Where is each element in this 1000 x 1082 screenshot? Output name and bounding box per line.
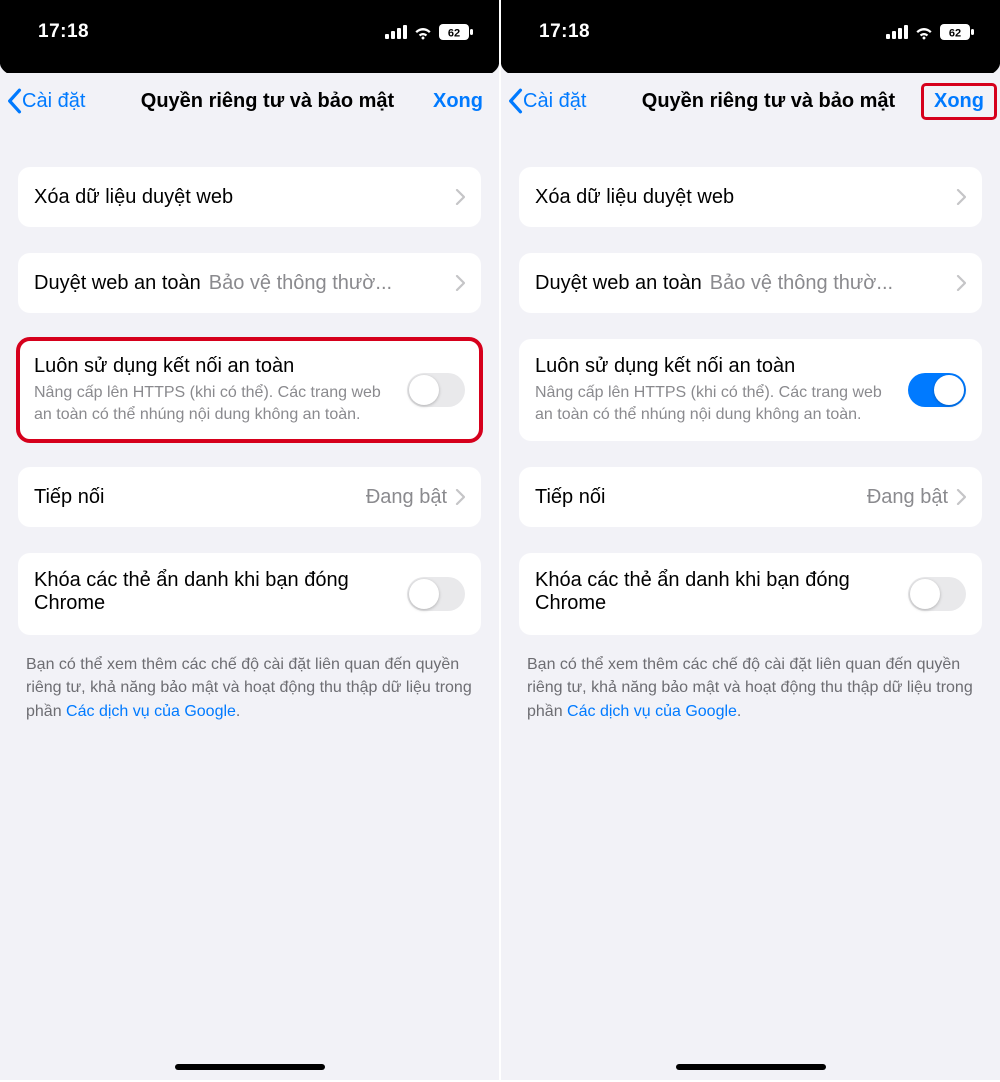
group-clear-data: Xóa dữ liệu duyệt web: [18, 167, 481, 227]
row-always-https: Luôn sử dụng kết nối an toàn Nâng cấp lê…: [18, 339, 481, 441]
row-label: Duyệt web an toàn: [34, 272, 201, 295]
footer-note: Bạn có thể xem thêm các chế độ cài đặt l…: [18, 635, 481, 723]
settings-content: Xóa dữ liệu duyệt web Duyệt web an toàn …: [0, 129, 499, 723]
chevron-left-icon: [4, 88, 24, 114]
home-indicator[interactable]: [676, 1064, 826, 1070]
row-label: Duyệt web an toàn: [535, 272, 702, 295]
done-button[interactable]: Xong: [924, 86, 994, 117]
phone-left: 17:18 62 Cài đặt Quyền riêng tư và bảo m…: [0, 0, 499, 1080]
chevron-right-icon: [455, 275, 465, 291]
chevron-right-icon: [455, 489, 465, 505]
footer-note: Bạn có thể xem thêm các chế độ cài đặt l…: [519, 635, 982, 723]
row-lock-incognito: Khóa các thẻ ẩn danh khi bạn đóng Chrome: [519, 553, 982, 635]
row-description: Nâng cấp lên HTTPS (khi có thể). Các tra…: [535, 382, 898, 425]
footer-link[interactable]: Các dịch vụ của Google: [66, 703, 236, 720]
group-lock-incognito: Khóa các thẻ ẩn danh khi bạn đóng Chrome: [18, 553, 481, 635]
group-always-https: Luôn sử dụng kết nối an toàn Nâng cấp lê…: [18, 339, 481, 441]
status-time: 17:18: [539, 21, 590, 43]
back-button[interactable]: Cài đặt: [505, 88, 586, 114]
row-label: Khóa các thẻ ẩn danh khi bạn đóng Chrome: [535, 569, 898, 615]
chevron-right-icon: [956, 189, 966, 205]
row-description: Nâng cấp lên HTTPS (khi có thể). Các tra…: [34, 382, 397, 425]
group-continue: Tiếp nối Đang bật: [18, 467, 481, 527]
chevron-right-icon: [956, 275, 966, 291]
row-label: Luôn sử dụng kết nối an toàn: [34, 355, 397, 378]
row-lock-incognito: Khóa các thẻ ẩn danh khi bạn đóng Chrome: [18, 553, 481, 635]
row-continue[interactable]: Tiếp nối Đang bật: [519, 467, 982, 527]
toggle-always-https[interactable]: [908, 373, 966, 407]
row-continue[interactable]: Tiếp nối Đang bật: [18, 467, 481, 527]
row-value: Bảo vệ thông thườ...: [710, 272, 893, 295]
back-button[interactable]: Cài đặt: [4, 88, 85, 114]
phone-right: 17:18 62 Cài đặt Quyền riêng tư và bảo m…: [501, 0, 1000, 1080]
chevron-left-icon: [505, 88, 525, 114]
group-lock-incognito: Khóa các thẻ ẩn danh khi bạn đóng Chrome: [519, 553, 982, 635]
svg-text:62: 62: [949, 28, 961, 40]
home-indicator[interactable]: [175, 1064, 325, 1070]
row-clear-browsing-data[interactable]: Xóa dữ liệu duyệt web: [519, 167, 982, 227]
row-label: Tiếp nối: [34, 486, 104, 509]
wifi-icon: [412, 24, 434, 40]
toggle-lock-incognito[interactable]: [407, 577, 465, 611]
back-label: Cài đặt: [523, 90, 586, 113]
back-label: Cài đặt: [22, 90, 85, 113]
status-bar: 17:18 62: [0, 0, 499, 64]
svg-text:62: 62: [448, 28, 460, 40]
nav-bar: Cài đặt Quyền riêng tư và bảo mật Xong: [501, 73, 1000, 129]
chevron-right-icon: [956, 489, 966, 505]
row-value: Đang bật: [366, 486, 447, 509]
row-clear-browsing-data[interactable]: Xóa dữ liệu duyệt web: [18, 167, 481, 227]
done-button[interactable]: Xong: [423, 86, 493, 117]
row-label: Xóa dữ liệu duyệt web: [535, 186, 734, 209]
status-icons: 62: [385, 24, 473, 40]
battery-icon: 62: [940, 24, 974, 40]
row-value: Đang bật: [867, 486, 948, 509]
group-safe-browsing: Duyệt web an toàn Bảo vệ thông thườ...: [18, 253, 481, 313]
settings-content: Xóa dữ liệu duyệt web Duyệt web an toàn …: [501, 129, 1000, 723]
toggle-always-https[interactable]: [407, 373, 465, 407]
row-value: Bảo vệ thông thườ...: [209, 272, 392, 295]
row-label: Khóa các thẻ ẩn danh khi bạn đóng Chrome: [34, 569, 397, 615]
row-safe-browsing[interactable]: Duyệt web an toàn Bảo vệ thông thườ...: [18, 253, 481, 313]
footer-link[interactable]: Các dịch vụ của Google: [567, 703, 737, 720]
footer-suffix: .: [236, 703, 240, 720]
status-time: 17:18: [38, 21, 89, 43]
status-bar: 17:18 62: [501, 0, 1000, 64]
battery-icon: 62: [439, 24, 473, 40]
row-label: Xóa dữ liệu duyệt web: [34, 186, 233, 209]
wifi-icon: [913, 24, 935, 40]
toggle-lock-incognito[interactable]: [908, 577, 966, 611]
row-safe-browsing[interactable]: Duyệt web an toàn Bảo vệ thông thườ...: [519, 253, 982, 313]
group-clear-data: Xóa dữ liệu duyệt web: [519, 167, 982, 227]
cellular-icon: [886, 25, 908, 39]
row-label: Luôn sử dụng kết nối an toàn: [535, 355, 898, 378]
status-icons: 62: [886, 24, 974, 40]
cellular-icon: [385, 25, 407, 39]
group-safe-browsing: Duyệt web an toàn Bảo vệ thông thườ...: [519, 253, 982, 313]
footer-suffix: .: [737, 703, 741, 720]
nav-bar: Cài đặt Quyền riêng tư và bảo mật Xong: [0, 73, 499, 129]
group-always-https: Luôn sử dụng kết nối an toàn Nâng cấp lê…: [519, 339, 982, 441]
row-always-https: Luôn sử dụng kết nối an toàn Nâng cấp lê…: [519, 339, 982, 441]
chevron-right-icon: [455, 189, 465, 205]
row-label: Tiếp nối: [535, 486, 605, 509]
group-continue: Tiếp nối Đang bật: [519, 467, 982, 527]
